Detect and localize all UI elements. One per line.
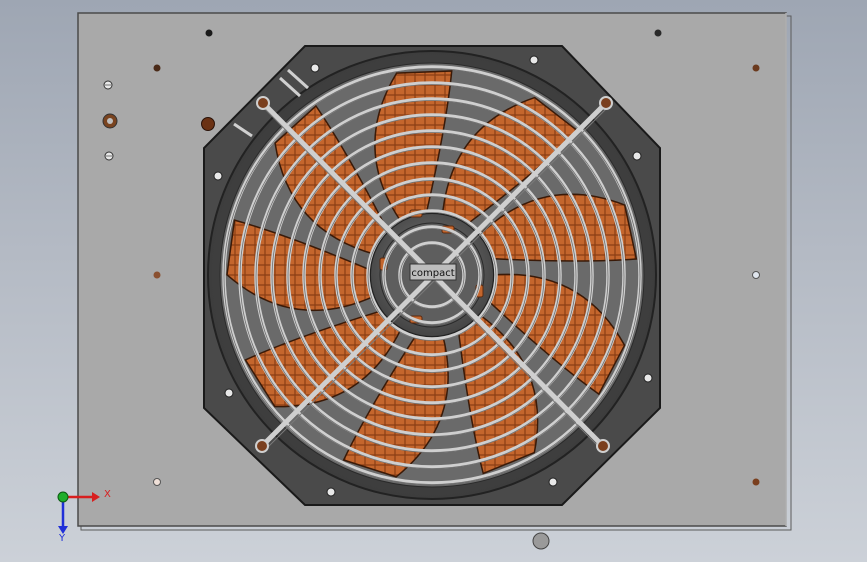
drain-knob	[532, 532, 550, 550]
brand-label-text: compact	[411, 268, 454, 279]
x-axis-label: X	[104, 489, 111, 500]
brand-label: compact	[409, 263, 457, 281]
cad-viewport[interactable]: compact X Y	[0, 0, 867, 562]
y-axis-label: Y	[58, 533, 66, 544]
